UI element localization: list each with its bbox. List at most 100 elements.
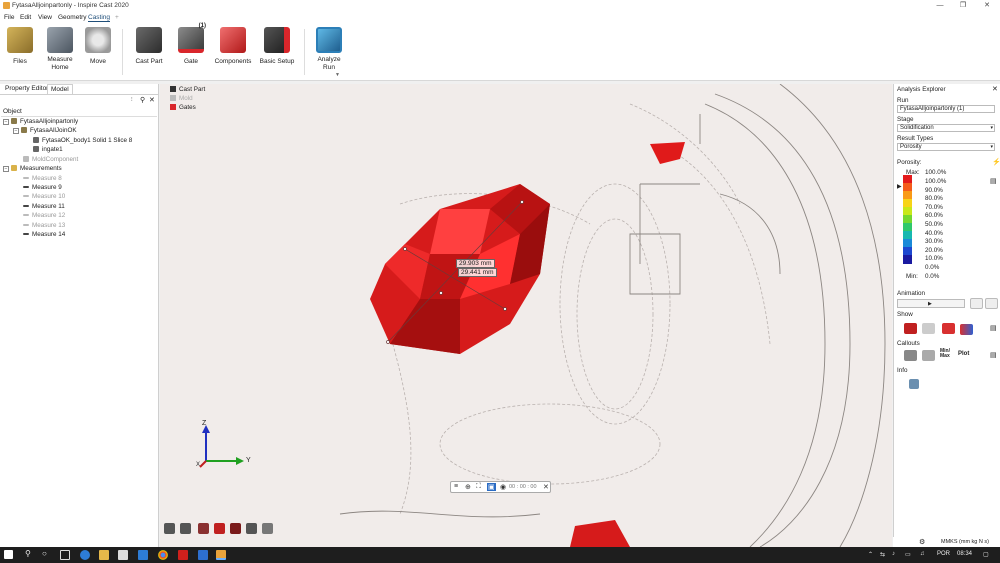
animation-settings-icon[interactable] — [970, 298, 983, 309]
task-view-icon[interactable] — [60, 550, 70, 560]
units-display[interactable]: MMKS (mm kg N s) — [941, 539, 989, 545]
file-explorer-icon[interactable] — [99, 550, 109, 560]
view-cube-icon[interactable] — [262, 523, 273, 534]
pan-icon[interactable] — [246, 523, 257, 534]
start-icon[interactable] — [4, 550, 13, 559]
stage-select[interactable]: Solidification ▾ — [897, 124, 995, 132]
info-report-icon[interactable] — [909, 379, 919, 389]
mail-icon[interactable] — [138, 550, 148, 560]
show-cast-icon[interactable] — [904, 323, 917, 334]
show-mold-icon[interactable] — [922, 323, 935, 334]
capture-icon[interactable]: ◉ — [500, 483, 506, 491]
callout-minmax-button[interactable]: Min/ Max — [940, 349, 950, 359]
animation-brush-icon[interactable] — [985, 298, 998, 309]
close-panel-icon[interactable]: ✕ — [992, 85, 998, 93]
menu-view[interactable]: View — [38, 14, 52, 21]
scale-menu-icon[interactable]: ▤ — [990, 177, 997, 185]
tray-chevron-icon[interactable]: ⌃ — [868, 551, 873, 558]
components-tool[interactable]: Components — [210, 27, 256, 66]
tree-item-measurements[interactable]: − Measurements — [3, 164, 62, 173]
callout-plot-button[interactable]: Plot — [958, 351, 969, 357]
result-types-select[interactable]: Porosity ▾ — [897, 143, 995, 151]
volume-icon[interactable]: ♫ — [920, 551, 925, 557]
tree-item-assembly[interactable]: − FytasaAllJoinOK — [13, 126, 77, 135]
notifications-icon[interactable]: ▢ — [983, 551, 989, 558]
language-indicator[interactable]: POR — [937, 551, 950, 557]
show-flow-icon[interactable] — [960, 324, 973, 335]
analyze-run-dropdown-icon[interactable]: ▼ — [335, 72, 340, 78]
3d-viewport[interactable]: 29.903 mm 29.441 mm Z Y X — [160, 84, 892, 547]
tree-item-measure[interactable]: Measure 14 — [23, 230, 65, 239]
tree-item-measure[interactable]: Measure 8 — [23, 174, 62, 183]
fit-icon[interactable]: ⛶ — [476, 483, 481, 491]
units-settings-icon[interactable]: ⚙ — [919, 538, 925, 546]
view-orbit-icon[interactable] — [164, 523, 175, 534]
callout-probe-icon[interactable] — [904, 350, 917, 361]
tree-item-measure[interactable]: Measure 12 — [23, 211, 65, 220]
search-icon[interactable]: ⚲ — [140, 96, 145, 104]
inspire-cast-icon[interactable] — [216, 550, 226, 560]
shading-icon[interactable] — [214, 523, 225, 534]
speaker-icon[interactable]: ♪ — [892, 551, 895, 557]
tree-item-measure[interactable]: Measure 10 — [23, 192, 65, 201]
rewind-icon[interactable]: ⊕ — [465, 483, 471, 491]
store-icon[interactable] — [118, 550, 128, 560]
minimize-button[interactable]: — — [929, 0, 951, 12]
battery-icon[interactable]: ▭ — [905, 551, 911, 558]
cortana-icon[interactable]: ○ — [42, 549, 47, 558]
close-playback-icon[interactable]: ✕ — [543, 483, 549, 491]
acrobat-icon[interactable] — [178, 550, 188, 560]
tree-item-part[interactable]: MoldComponent — [23, 155, 78, 164]
search-icon[interactable]: ⚲ — [25, 549, 31, 558]
legend-cast-part[interactable]: Cast Part — [170, 86, 205, 93]
collapse-icon[interactable]: − — [3, 119, 9, 125]
collapse-icon[interactable]: − — [13, 128, 19, 134]
menu-file[interactable]: File — [4, 14, 14, 21]
tree-item-measure[interactable]: Measure 9 — [23, 183, 62, 192]
collapse-icon[interactable]: − — [3, 166, 9, 172]
basic-setup-tool[interactable]: Basic Setup — [254, 27, 300, 66]
move-tool[interactable]: Move — [75, 27, 121, 66]
close-panel-icon[interactable]: ✕ — [149, 96, 155, 104]
network-icon[interactable]: ⇆ — [880, 551, 885, 558]
tree-item-measure[interactable]: Measure 13 — [23, 221, 65, 230]
animation-slider[interactable]: ▶ — [897, 299, 965, 308]
measure-callout[interactable]: 29.441 mm — [458, 268, 497, 277]
play-icon[interactable]: ▶ — [928, 301, 932, 307]
callouts-menu-icon[interactable]: ▤ — [990, 351, 997, 359]
show-menu-icon[interactable]: ▤ — [990, 324, 997, 332]
clock[interactable]: 08:34 — [957, 551, 972, 557]
menu-edit[interactable]: Edit — [20, 14, 31, 21]
tree-item-measure[interactable]: Measure 11 — [23, 202, 65, 211]
measure-callout[interactable]: 29.903 mm — [456, 259, 495, 268]
run-field[interactable]: FytasaAlljoinpartonly (1) — [897, 105, 995, 113]
legend-mold[interactable]: Mold — [170, 95, 193, 102]
callout-box-icon[interactable] — [922, 350, 935, 361]
tree-item-part[interactable]: ingate1 — [33, 145, 63, 154]
show-gates-icon[interactable] — [942, 323, 955, 334]
menu-icon[interactable]: ≡ — [454, 483, 458, 490]
columns-icon[interactable]: ⫶ — [131, 97, 133, 104]
app-icon[interactable] — [198, 550, 208, 560]
view-camera-icon[interactable] — [180, 523, 191, 534]
tab-model[interactable]: Model — [47, 84, 73, 94]
legend-gates[interactable]: Gates — [170, 104, 196, 111]
cast-part-tool[interactable]: Cast Part — [126, 27, 172, 66]
tab-property-editor[interactable]: Property Editor — [2, 84, 51, 94]
zoom-icon[interactable] — [230, 523, 241, 534]
tree-item-root[interactable]: − FytasaAlljoinpartonly — [3, 117, 78, 126]
menu-geometry[interactable]: Geometry — [58, 14, 87, 21]
analyze-run-tool[interactable]: Analyze Run — [306, 27, 352, 72]
menu-casting[interactable]: Casting — [88, 14, 111, 22]
chrome-icon[interactable] — [158, 550, 168, 560]
add-ribbon-tab-button[interactable]: + — [115, 14, 119, 21]
gate-tool[interactable]: (1) Gate — [168, 23, 214, 66]
maximize-button[interactable]: ❐ — [952, 0, 974, 12]
edge-icon[interactable] — [80, 550, 90, 560]
section-view-icon[interactable] — [198, 523, 209, 534]
model-scene[interactable] — [160, 84, 892, 547]
tree-item-part[interactable]: FytasaOK_body1 Solid 1 Slice 8 — [33, 136, 132, 145]
close-button[interactable]: ✕ — [976, 0, 998, 12]
scale-pointer-icon[interactable]: ▶ — [897, 183, 902, 190]
record-icon[interactable]: ▣ — [487, 483, 496, 491]
